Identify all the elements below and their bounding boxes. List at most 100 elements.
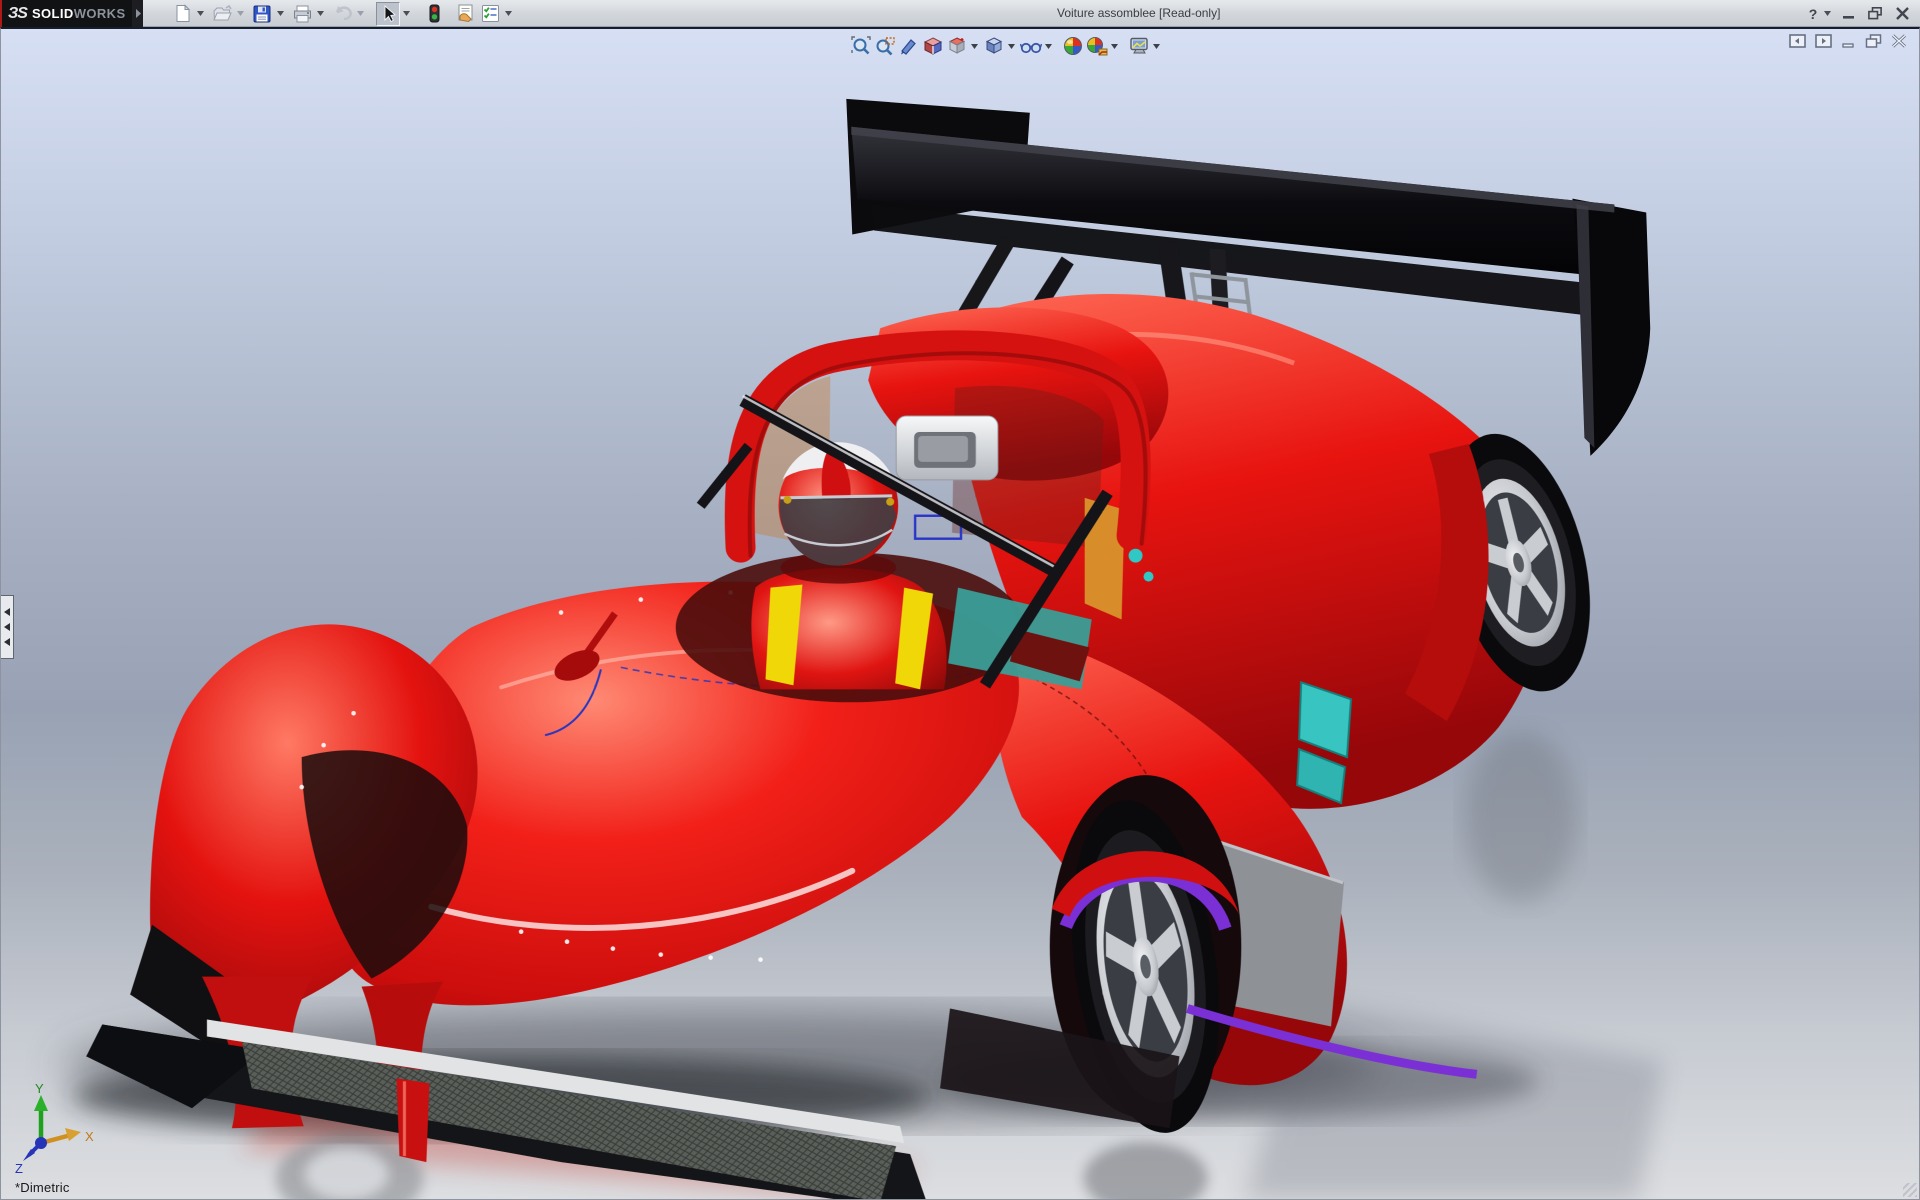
display-style-icon [984, 36, 1004, 56]
logo-red-strip [0, 0, 2, 27]
options-button[interactable] [478, 2, 502, 26]
pane-right-icon [1815, 34, 1832, 48]
open-button[interactable] [210, 2, 234, 26]
minimize-icon [1841, 34, 1856, 48]
new-document-button[interactable] [170, 2, 194, 26]
close-icon [1891, 34, 1907, 48]
hide-show-items-button[interactable] [1019, 34, 1043, 58]
restore-icon [1865, 34, 1882, 48]
zoom-to-area-icon [875, 36, 895, 56]
view-orientation-icon [947, 36, 967, 56]
file-properties-button[interactable] [453, 2, 477, 26]
chevron-down-icon [1008, 44, 1015, 49]
graphics-viewport[interactable]: Y X Z *Dimetric [0, 27, 1920, 1200]
cursor-arrow-icon [381, 5, 396, 23]
chevron-down-icon [505, 11, 512, 16]
chevron-down-icon [237, 11, 244, 16]
chevron-down-icon [1045, 44, 1052, 49]
document-restore-button[interactable] [1865, 34, 1882, 48]
open-folder-icon [212, 5, 232, 23]
minimize-button[interactable] [1838, 4, 1858, 24]
printer-icon [293, 5, 312, 23]
document-window-controls [1789, 34, 1907, 48]
collapse-arrow-icon [4, 638, 10, 646]
solidworks-mark-icon: ЗS [8, 5, 27, 23]
options-dropdown[interactable] [503, 2, 514, 26]
view-settings-button[interactable] [1127, 34, 1151, 58]
print-dropdown[interactable] [315, 2, 326, 26]
collapse-arrow-icon [4, 623, 10, 631]
car-model [1, 29, 1919, 1199]
document-minimize-button[interactable] [1841, 34, 1856, 48]
chevron-down-icon [1111, 44, 1118, 49]
rebuild-button[interactable] [422, 2, 446, 26]
view-orientation-button[interactable] [945, 34, 969, 58]
feature-manager-collapse-tab[interactable] [1, 595, 14, 659]
titlebar: ЗS SOLIDWORKS [0, 0, 1920, 27]
pane-left-icon [1789, 34, 1806, 48]
eyeglasses-icon [1020, 36, 1042, 56]
display-style-button[interactable] [982, 34, 1006, 58]
help-dropdown[interactable] [1823, 4, 1831, 24]
chevron-down-icon [1153, 44, 1160, 49]
edit-appearance-button[interactable] [1085, 34, 1109, 58]
solidworks-logo: ЗS SOLIDWORKS [0, 0, 132, 27]
zoom-to-area-button[interactable] [873, 34, 897, 58]
window-controls: ? [1806, 0, 1912, 27]
options-checklist-icon [481, 4, 500, 23]
undo-arrow-icon [331, 4, 353, 23]
save-button[interactable] [250, 2, 274, 26]
save-dropdown[interactable] [275, 2, 286, 26]
chevron-down-icon [971, 44, 978, 49]
hide-show-items-dropdown[interactable] [1043, 34, 1054, 58]
edit-appearance-dropdown[interactable] [1109, 34, 1120, 58]
edit-appearance-icon [1086, 36, 1108, 56]
minimize-icon [1842, 7, 1855, 20]
section-view-button[interactable] [921, 34, 945, 58]
restore-icon [1868, 7, 1882, 20]
view-orientation-label: *Dimetric [15, 1180, 70, 1195]
document-close-button[interactable] [1891, 34, 1907, 48]
display-style-dropdown[interactable] [1006, 34, 1017, 58]
traffic-light-icon [429, 4, 440, 23]
previous-view-button[interactable] [897, 34, 921, 58]
standard-toolbar [170, 1, 518, 26]
select-dropdown[interactable] [401, 2, 412, 26]
triad-z-label: Z [15, 1161, 23, 1175]
print-button[interactable] [290, 2, 314, 26]
zoom-to-fit-button[interactable] [849, 34, 873, 58]
restore-button[interactable] [1865, 4, 1885, 24]
apply-scene-button[interactable] [1061, 34, 1085, 58]
brand-works: WORKS [74, 6, 126, 21]
pane-collapse-left-button[interactable] [1789, 34, 1806, 48]
section-view-icon [923, 36, 943, 56]
window-title: Voiture assomblee [Read-only] [1057, 6, 1220, 20]
save-floppy-icon [253, 5, 271, 23]
chevron-right-icon [135, 9, 141, 18]
triad-y-label: Y [35, 1081, 44, 1096]
brand-solid: SOLID [32, 6, 74, 21]
view-settings-dropdown[interactable] [1151, 34, 1162, 58]
select-tool-button[interactable] [376, 2, 400, 26]
resize-grip[interactable] [1903, 1183, 1917, 1197]
new-document-dropdown[interactable] [195, 2, 206, 26]
view-settings-icon [1129, 36, 1150, 56]
chevron-down-icon [197, 11, 204, 16]
view-orientation-dropdown[interactable] [969, 34, 980, 58]
close-icon [1896, 7, 1909, 20]
zoom-to-fit-icon [851, 36, 871, 56]
collapse-arrow-icon [4, 608, 10, 616]
menu-expand-arrow[interactable] [132, 0, 143, 27]
open-dropdown[interactable] [235, 2, 246, 26]
undo-button[interactable] [330, 2, 354, 26]
undo-dropdown[interactable] [355, 2, 366, 26]
triad-x-label: X [85, 1129, 94, 1144]
chevron-down-icon [357, 11, 364, 16]
chevron-down-icon [403, 11, 410, 16]
headsup-view-toolbar [849, 34, 1164, 58]
close-button[interactable] [1892, 4, 1912, 24]
help-button[interactable]: ? [1806, 4, 1820, 24]
previous-view-icon [899, 36, 919, 56]
pane-collapse-right-button[interactable] [1815, 34, 1832, 48]
new-document-icon [174, 4, 191, 23]
